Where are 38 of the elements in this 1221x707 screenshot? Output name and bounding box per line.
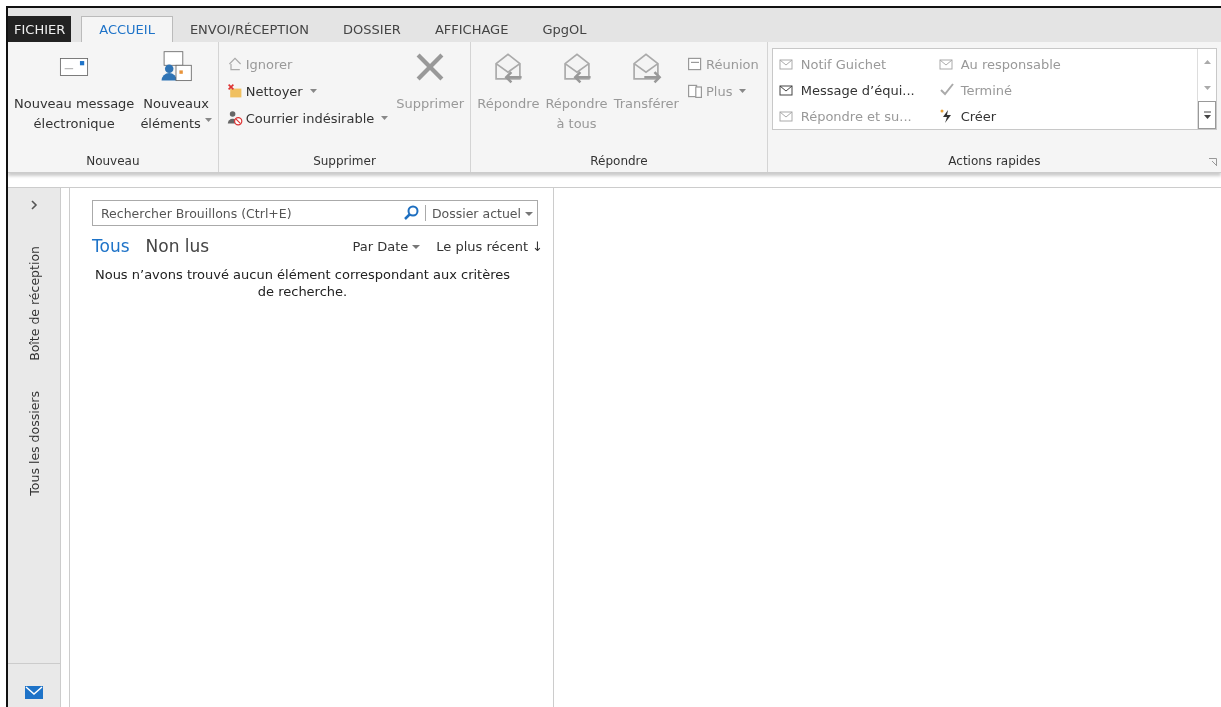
ribbon-button[interactable]: Nouveaux éléments [138, 46, 214, 150]
mail-icon[interactable] [25, 686, 43, 699]
group-label: Actions rapides [948, 153, 1041, 170]
caret-icon [525, 212, 533, 216]
search-icon [402, 205, 419, 221]
group-label: Supprimer [313, 153, 376, 170]
scope-dropdown[interactable]: Dossier actuel [431, 205, 533, 221]
expand-gallery-icon[interactable] [1202, 110, 1212, 120]
ribbon-tab[interactable]: ENVOI/RÉCEPTION [172, 16, 327, 42]
expand-icon[interactable] [30, 200, 38, 210]
group-label: Nouveau [86, 153, 140, 170]
envelope-icon [778, 83, 795, 97]
ribbon-tab[interactable]: AFFICHAGE [417, 16, 526, 42]
folder-link[interactable]: Boîte de réception [26, 246, 42, 361]
ribbon-tab[interactable]: GpgOL [525, 16, 604, 42]
filter-tab[interactable]: Tous [92, 236, 130, 256]
ribbon-button[interactable]: Nettoyer [226, 79, 389, 103]
group-label: Répondre [590, 153, 648, 170]
file-tab[interactable]: FICHIER [8, 16, 72, 42]
sort-dropdown[interactable]: Par Date [352, 238, 421, 254]
checkmark-icon [938, 83, 955, 97]
dialog-launcher-icon[interactable] [1209, 158, 1217, 166]
quick-action[interactable]: Créer [938, 103, 1099, 129]
empty-message: Nous n’avons trouvé aucun élément correspondant aux critères de recherche. [93, 266, 512, 300]
cleanup-icon [226, 83, 243, 99]
junk-icon [226, 110, 243, 126]
search-field[interactable]: Rechercher Brouillons (Ctrl+E) Dossier actuel [92, 200, 538, 226]
new-items-icon [159, 50, 194, 84]
ribbon-button[interactable]: Nouveau message électronique [12, 46, 137, 150]
order-toggle[interactable]: Le plus récent ↓ [436, 238, 543, 254]
envelope-icon [778, 57, 795, 71]
ribbon-button[interactable]: Courrier indésirable [226, 106, 389, 130]
caret-icon [412, 245, 421, 249]
filter-tab[interactable]: Non lus [145, 236, 210, 256]
ribbon-tab[interactable]: ACCUEIL [81, 16, 173, 42]
ribbon-tab[interactable]: DOSSIER [326, 16, 418, 42]
folder-link[interactable]: Tous les dossiers [26, 390, 42, 496]
quick-action[interactable]: Message d’équi... [778, 77, 939, 103]
